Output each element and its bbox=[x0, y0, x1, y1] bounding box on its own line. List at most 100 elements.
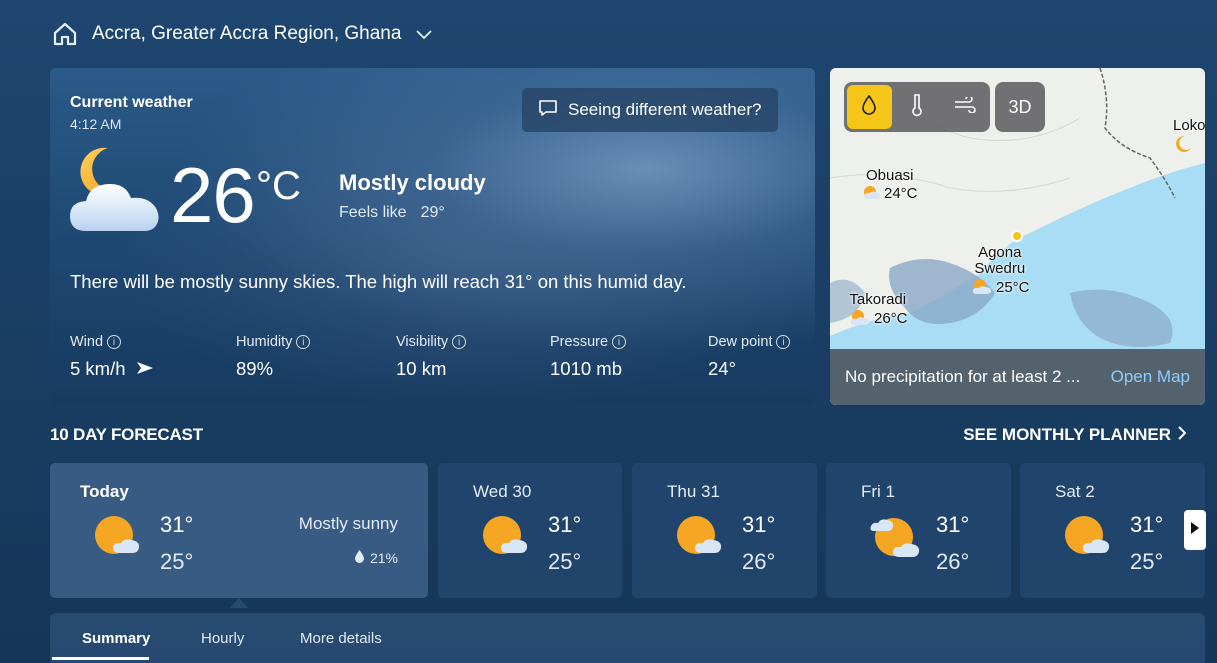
city-name: Takoradi bbox=[849, 291, 907, 308]
chevron-down-icon[interactable] bbox=[415, 28, 433, 40]
sun-cloud-icon bbox=[676, 515, 726, 564]
forecast-day-thu[interactable]: Thu 31 31° 26° bbox=[632, 463, 817, 598]
stat-label: Dew point bbox=[708, 334, 773, 350]
selected-day-pointer bbox=[230, 598, 248, 608]
sun-cloud-icon bbox=[1064, 515, 1114, 564]
tab-hourly[interactable]: Hourly bbox=[201, 630, 244, 647]
stat-value: 5 km/h bbox=[70, 358, 126, 379]
stat-visibility: Visibility i 10 km bbox=[396, 334, 467, 380]
map-city-loko[interactable]: Loko bbox=[1173, 118, 1205, 158]
stat-value: 10 km bbox=[396, 358, 447, 379]
day-name: Sat 2 bbox=[1055, 482, 1095, 501]
precipitation-layer-button[interactable] bbox=[847, 85, 892, 129]
map-3d-button[interactable]: 3D bbox=[995, 82, 1045, 132]
current-weather-time: 4:12 AM bbox=[70, 116, 122, 132]
city-temp: 24°C bbox=[884, 185, 918, 202]
day-low: 25° bbox=[548, 549, 582, 574]
day-condition: Mostly sunny bbox=[298, 514, 398, 533]
day-name: Wed 30 bbox=[473, 482, 532, 501]
feels-like-value: 29° bbox=[420, 204, 445, 221]
stat-dew-point: Dew point i 24° bbox=[708, 334, 791, 380]
forecast-day-fri[interactable]: Fri 1 31° 26° bbox=[826, 463, 1011, 598]
stat-humidity: Humidity i 89% bbox=[236, 334, 311, 380]
wind-layer-button[interactable] bbox=[942, 85, 987, 129]
day-high: 31° bbox=[1130, 512, 1164, 537]
feedback-button[interactable]: Seeing different weather? bbox=[522, 88, 778, 132]
monthly-planner-label: SEE MONTHLY PLANNER bbox=[963, 425, 1171, 444]
droplet-icon bbox=[862, 94, 877, 120]
forecast-day-sat[interactable]: Sat 2 31° 25° bbox=[1020, 463, 1205, 598]
day-low: 26° bbox=[936, 549, 970, 574]
moon-cloud-icon bbox=[68, 146, 163, 241]
day-high: 31° bbox=[936, 512, 970, 537]
map-city-takoradi[interactable]: Takoradi 26°C bbox=[848, 291, 907, 330]
stat-label: Visibility bbox=[396, 334, 449, 350]
city-name: Agona bbox=[978, 244, 1022, 261]
sun-cloud-icon bbox=[862, 184, 882, 204]
open-map-link[interactable]: Open Map bbox=[1111, 367, 1190, 387]
current-temperature: 26 bbox=[170, 151, 256, 239]
map-city-agona-swedru[interactable]: Agona Swedru 25°C bbox=[970, 245, 1030, 299]
partly-cloudy-icon bbox=[870, 513, 924, 568]
stat-pressure: Pressure i 1010 mb bbox=[550, 334, 627, 380]
map-footer: No precipitation for at least 2 ... Open… bbox=[830, 349, 1205, 405]
precip-value: 21% bbox=[369, 550, 398, 566]
stat-value: 24° bbox=[708, 358, 736, 379]
info-icon[interactable]: i bbox=[296, 335, 311, 349]
city-name: Obuasi bbox=[865, 167, 914, 184]
stat-label: Wind bbox=[70, 334, 104, 350]
sun-cloud-icon bbox=[848, 308, 872, 330]
wind-icon bbox=[954, 94, 976, 118]
moon-icon bbox=[1173, 135, 1193, 158]
day-low: 25° bbox=[1130, 549, 1164, 574]
chat-bubble-icon bbox=[538, 99, 558, 122]
day-name: Fri 1 bbox=[861, 482, 895, 501]
day-precip: 21% bbox=[354, 550, 398, 566]
sun-cloud-icon bbox=[482, 515, 532, 564]
city-name-line2: Swedru bbox=[974, 260, 1026, 277]
temperature-layer-button[interactable] bbox=[895, 85, 940, 129]
monthly-planner-link[interactable]: SEE MONTHLY PLANNER bbox=[963, 425, 1187, 445]
day-name: Thu 31 bbox=[667, 482, 720, 501]
tab-more-details[interactable]: More details bbox=[300, 630, 382, 647]
day-high: 31° bbox=[742, 512, 776, 537]
sun-cloud-icon bbox=[970, 277, 994, 299]
info-icon[interactable]: i bbox=[776, 335, 791, 349]
home-icon[interactable] bbox=[52, 22, 78, 46]
map-city-obuasi[interactable]: Obuasi 24°C bbox=[862, 168, 918, 204]
temperature-unit[interactable]: °C bbox=[256, 164, 301, 209]
info-icon[interactable]: i bbox=[612, 335, 627, 349]
location-name[interactable]: Accra, Greater Accra Region, Ghana bbox=[92, 23, 401, 45]
current-weather-card: Current weather 4:12 AM Seeing different… bbox=[50, 68, 815, 405]
location-bar: Accra, Greater Accra Region, Ghana bbox=[52, 18, 433, 50]
precipitation-map[interactable]: 3D Obuasi 24°C Agona Swedru 25°C Takorad… bbox=[830, 68, 1205, 405]
precipitation-status: No precipitation for at least 2 ... bbox=[845, 367, 1081, 386]
feels-like-label: Feels like bbox=[339, 204, 407, 221]
chevron-right-icon bbox=[1177, 425, 1187, 445]
forecast-day-wed[interactable]: Wed 30 31° 25° bbox=[438, 463, 622, 598]
day-low: 26° bbox=[742, 549, 776, 574]
stat-value: 1010 mb bbox=[550, 358, 622, 379]
info-icon[interactable]: i bbox=[452, 335, 467, 349]
stat-value: 89% bbox=[236, 358, 274, 379]
thermometer-icon bbox=[911, 93, 923, 122]
tab-active-indicator bbox=[52, 657, 149, 660]
info-icon[interactable]: i bbox=[107, 335, 122, 349]
forecast-next-button[interactable] bbox=[1184, 510, 1206, 550]
city-temp: 25°C bbox=[996, 279, 1030, 296]
day-name: Today bbox=[80, 482, 129, 501]
sun-cloud-icon bbox=[94, 515, 144, 564]
play-right-icon bbox=[1191, 521, 1199, 539]
forecast-day-today[interactable]: Today 31° 25° Mostly sunny 21% bbox=[50, 463, 428, 598]
tab-summary[interactable]: Summary bbox=[82, 630, 150, 647]
weather-summary: There will be mostly sunny skies. The hi… bbox=[70, 271, 687, 292]
feedback-button-label: Seeing different weather? bbox=[568, 100, 762, 119]
current-condition: Mostly cloudy bbox=[339, 170, 486, 195]
day-high: 31° bbox=[160, 512, 194, 537]
current-weather-title: Current weather bbox=[70, 94, 193, 111]
day-low: 25° bbox=[160, 549, 194, 574]
feels-like: Feels like 29° bbox=[339, 204, 445, 222]
droplet-icon bbox=[354, 550, 364, 566]
forecast-title: 10 DAY FORECAST bbox=[50, 425, 203, 444]
stat-label: Pressure bbox=[550, 334, 609, 350]
